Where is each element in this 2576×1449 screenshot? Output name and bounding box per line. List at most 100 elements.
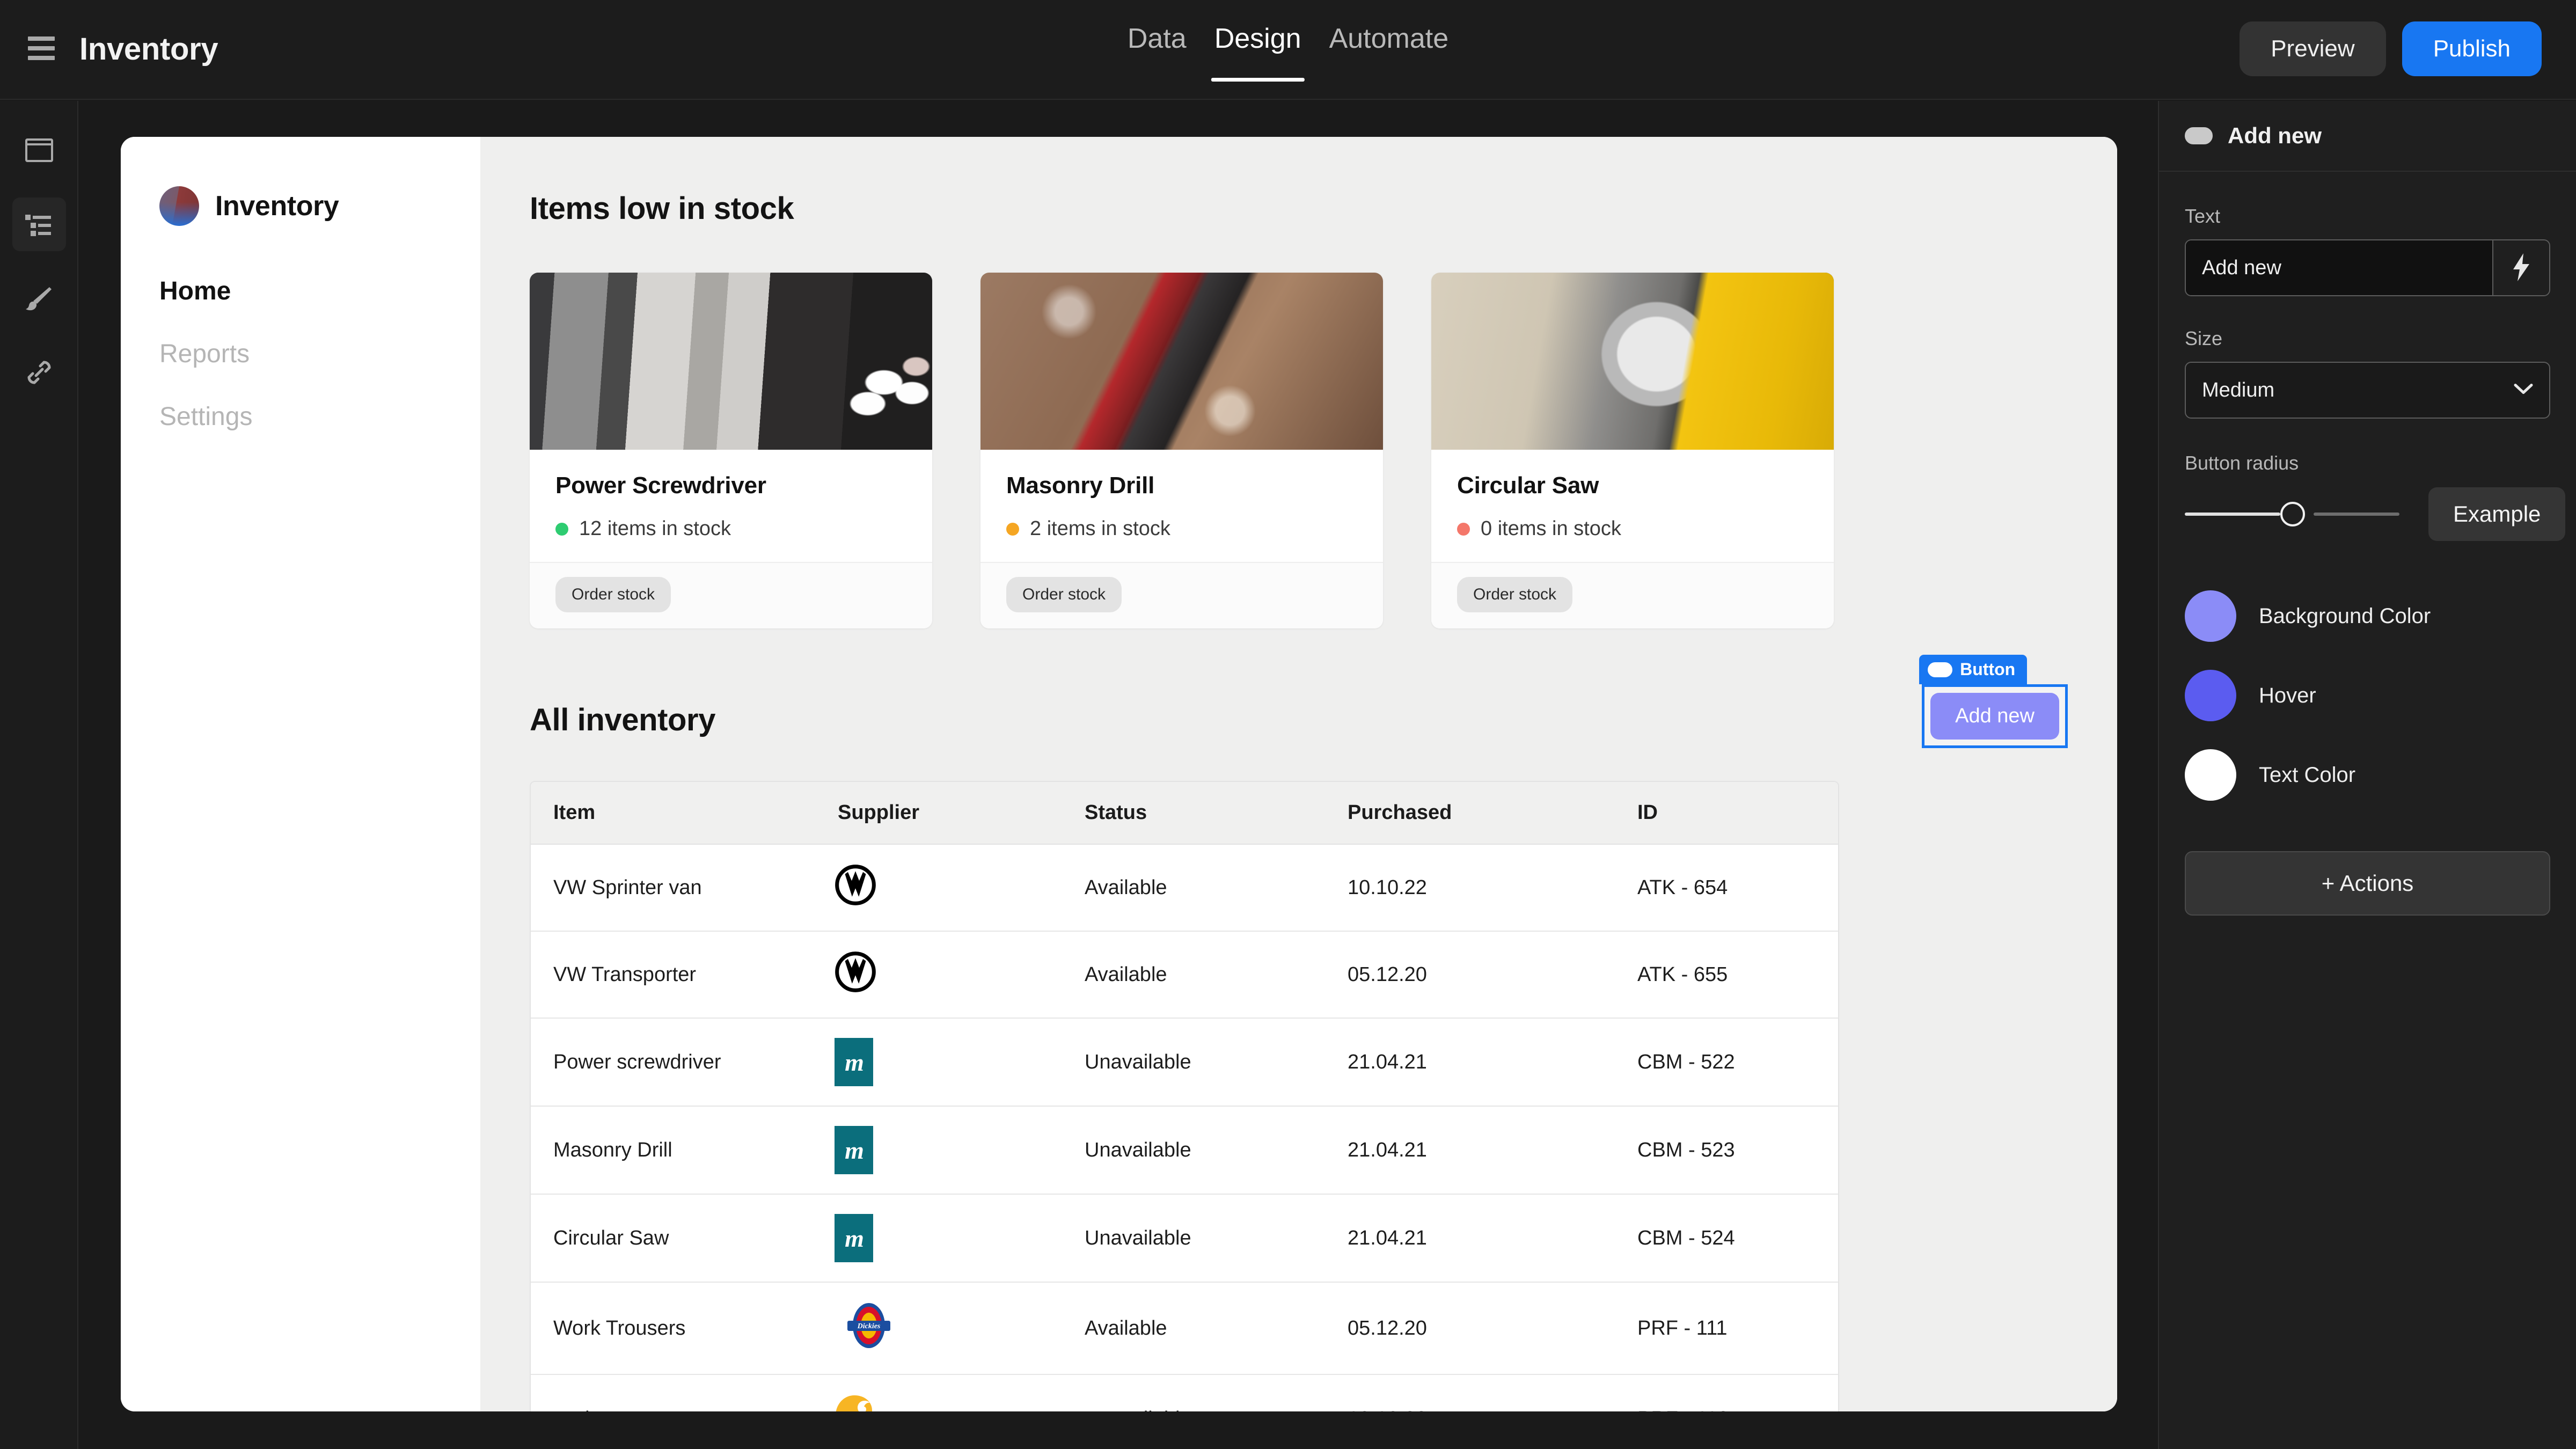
bind-data-button[interactable] xyxy=(2492,240,2549,295)
left-tool-rail xyxy=(0,101,78,1449)
cell-supplier: m xyxy=(815,1194,1062,1283)
text-field-row xyxy=(2185,239,2550,296)
table-row[interactable]: Circular Saw m Unavailable 21.04.21 CBM … xyxy=(531,1194,1838,1283)
design-canvas: Inventory Home Reports Settings Items lo… xyxy=(121,137,2117,1411)
tab-automate[interactable]: Automate xyxy=(1329,25,1449,69)
cell-item: VW Sprinter van xyxy=(531,844,815,932)
cell-status: Unavailable xyxy=(1062,1106,1325,1195)
product-card[interactable]: Circular Saw 0 items in stock Order stoc… xyxy=(1431,273,1834,628)
product-image xyxy=(980,273,1383,450)
rail-item-links[interactable] xyxy=(12,346,66,399)
cell-item: Power screwdriver xyxy=(531,1018,815,1107)
cell-supplier: m xyxy=(815,1106,1062,1195)
rail-item-artboard[interactable] xyxy=(12,123,66,177)
size-field-label: Size xyxy=(2185,327,2223,349)
product-name: Power Screwdriver xyxy=(555,472,766,499)
product-stock: 12 items in stock xyxy=(555,517,906,540)
slider-knob[interactable] xyxy=(2280,502,2305,526)
table-row[interactable]: Jacket Unavailable 10.10.22 PRF - 11 xyxy=(531,1374,1838,1412)
add-actions-label: Actions xyxy=(2339,870,2414,896)
button-radius-slider[interactable] xyxy=(2185,502,2399,526)
cell-purchased: 05.12.20 xyxy=(1325,931,1615,1019)
sidebar-item-home[interactable]: Home xyxy=(159,277,480,306)
vw-logo-icon xyxy=(835,865,876,911)
cell-purchased: 10.10.22 xyxy=(1325,1374,1615,1412)
product-card-footer: Order stock xyxy=(980,562,1383,628)
artboard-icon xyxy=(25,138,53,162)
app-brand: Inventory xyxy=(159,186,480,226)
order-stock-button[interactable]: Order stock xyxy=(1457,577,1573,612)
selection-badge: Button xyxy=(1919,655,2028,684)
sidebar-item-reports[interactable]: Reports xyxy=(159,340,480,369)
cell-purchased: 21.04.21 xyxy=(1325,1106,1615,1195)
tab-design[interactable]: Design xyxy=(1211,25,1305,82)
slider-track-remaining xyxy=(2314,513,2399,516)
table-row[interactable]: VW Sprinter van Available 10.10.22 ATK -… xyxy=(531,844,1838,932)
table-row[interactable]: Masonry Drill m Unavailable 21.04.21 CBM… xyxy=(531,1106,1838,1195)
paintbrush-icon xyxy=(25,284,53,312)
layers-list-icon xyxy=(25,213,53,236)
makita-logo-icon: m xyxy=(835,1038,873,1086)
stock-text: 2 items in stock xyxy=(1030,517,1170,540)
product-name: Circular Saw xyxy=(1457,472,1599,499)
table-row[interactable]: Work Trousers Dickies Available 05.12.20… xyxy=(531,1282,1838,1375)
add-actions-button[interactable]: + Actions xyxy=(2185,851,2550,916)
cell-status: Unavailable xyxy=(1062,1018,1325,1107)
background-color-swatch[interactable] xyxy=(2185,590,2236,642)
preview-button[interactable]: Preview xyxy=(2240,21,2386,76)
stock-status-dot xyxy=(555,522,568,536)
text-input[interactable] xyxy=(2186,240,2492,295)
product-card-body: Power Screwdriver 12 items in stock xyxy=(530,450,932,562)
app-sidebar: Inventory Home Reports Settings xyxy=(121,137,480,1411)
cell-purchased: 21.04.21 xyxy=(1325,1018,1615,1107)
product-stock: 0 items in stock xyxy=(1457,517,1808,540)
size-select[interactable]: Medium xyxy=(2185,362,2550,419)
product-image xyxy=(1431,273,1834,450)
column-header-supplier[interactable]: Supplier xyxy=(815,782,1062,845)
stock-status-dot xyxy=(1457,522,1470,536)
size-select-value: Medium xyxy=(2202,378,2275,401)
column-header-item[interactable]: Item xyxy=(531,782,815,845)
hover-color-swatch[interactable] xyxy=(2185,670,2236,721)
panel-header-title: Add new xyxy=(2228,123,2322,148)
rail-item-styles[interactable] xyxy=(12,272,66,325)
product-card[interactable]: Power Screwdriver 12 items in stock Orde… xyxy=(530,273,932,628)
section-title-low-stock: Items low in stock xyxy=(530,191,794,226)
all-inventory-header: All inventory Button Add new xyxy=(530,655,2068,752)
order-stock-button[interactable]: Order stock xyxy=(555,577,671,612)
table-row[interactable]: VW Transporter Available 05.12.20 ATK - … xyxy=(531,931,1838,1019)
table-row[interactable]: Power screwdriver m Unavailable 21.04.21… xyxy=(531,1018,1838,1107)
column-header-purchased[interactable]: Purchased xyxy=(1325,782,1615,845)
button-radius-label: Button radius xyxy=(2185,452,2299,474)
column-header-id[interactable]: ID xyxy=(1615,782,1838,845)
properties-panel: Add new Text Size Medium Button radius xyxy=(2158,101,2576,1449)
topbar-actions: Preview Publish xyxy=(2240,21,2542,76)
product-card[interactable]: Masonry Drill 2 items in stock Order sto… xyxy=(980,273,1383,628)
add-new-button[interactable]: Add new xyxy=(1930,693,2059,740)
hamburger-bar xyxy=(28,56,55,60)
publish-button[interactable]: Publish xyxy=(2402,21,2542,76)
hamburger-menu-icon[interactable] xyxy=(28,36,55,60)
cell-status: Available xyxy=(1062,931,1325,1019)
cell-purchased: 10.10.22 xyxy=(1325,844,1615,932)
order-stock-button[interactable]: Order stock xyxy=(1006,577,1122,612)
selected-component-wrapper: Button Add new xyxy=(1919,655,2068,748)
cell-item: Masonry Drill xyxy=(531,1106,815,1195)
button-radius-row: Example xyxy=(2185,487,2566,541)
app-title: Inventory xyxy=(79,32,218,67)
hamburger-bar xyxy=(28,36,55,41)
cell-id: CBM - 523 xyxy=(1615,1106,1838,1195)
text-color-swatch[interactable] xyxy=(2185,749,2236,801)
color-row-background: Background Color xyxy=(2185,590,2550,642)
dickies-logo-icon: Dickies xyxy=(835,1303,903,1354)
column-header-status[interactable]: Status xyxy=(1062,782,1325,845)
brand-name: Inventory xyxy=(215,191,339,222)
main-tabs: Data Design Automate xyxy=(1128,25,1449,82)
tab-data[interactable]: Data xyxy=(1128,25,1187,69)
cell-status: Available xyxy=(1062,844,1325,932)
radius-example-button[interactable]: Example xyxy=(2428,487,2566,541)
slider-track-filled xyxy=(2185,513,2280,516)
lightning-bolt-icon xyxy=(2511,253,2531,283)
sidebar-item-settings[interactable]: Settings xyxy=(159,402,480,431)
rail-item-layers[interactable] xyxy=(12,197,66,251)
